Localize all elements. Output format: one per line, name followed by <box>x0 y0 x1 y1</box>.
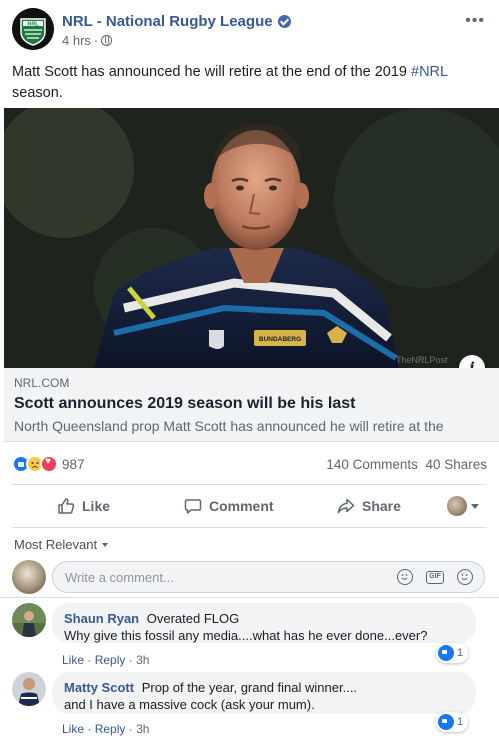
comment-text-line2: and I have a massive cock (ask your mum)… <box>64 697 315 712</box>
like-reaction-icon <box>438 714 454 730</box>
page-avatar[interactable]: NRL <box>12 8 54 50</box>
comments-shares: 140 Comments 40 Shares <box>326 457 487 472</box>
sort-comments-dropdown[interactable]: Most Relevant <box>14 537 109 552</box>
comment-reaction-count: 1 <box>457 647 464 659</box>
commenter-photo <box>12 603 46 637</box>
page-name[interactable]: NRL - National Rugby League <box>62 13 273 30</box>
link-description: North Queensland prop Matt Scott has ann… <box>14 418 444 434</box>
comment-bubble-icon <box>184 499 202 514</box>
comments-count[interactable]: 140 Comments <box>326 457 418 472</box>
post-time[interactable]: 4 hrs <box>62 33 91 48</box>
feed-post: NRL NRL - National Rugby League 4 hrs · … <box>0 0 499 598</box>
sticker-icon[interactable] <box>457 569 473 585</box>
like-button[interactable]: Like <box>57 485 110 527</box>
comment-composer: GIF <box>12 560 487 594</box>
more-options-icon[interactable]: ••• <box>465 12 485 30</box>
image-watermark: TheNRLPost <box>396 355 448 365</box>
separator: · <box>128 722 133 736</box>
page-name-link[interactable]: NRL - National Rugby League <box>62 13 291 30</box>
player-photo: BUNDABERG TheNRLPost <box>4 108 499 368</box>
sort-label[interactable]: Most Relevant <box>14 537 97 552</box>
hashtag-link[interactable]: #NRL <box>411 64 448 80</box>
commenter-name[interactable]: Shaun Ryan <box>64 611 139 626</box>
comment-time[interactable]: 3h <box>136 653 149 667</box>
post-text-end: season. <box>12 85 63 101</box>
link-preview-box[interactable]: NRL.COM Scott announces 2019 season will… <box>4 368 499 442</box>
share-arrow-icon <box>337 498 355 514</box>
comment-reply-link[interactable]: Reply <box>95 722 126 736</box>
comment-label[interactable]: Comment <box>209 498 274 514</box>
commenter-name[interactable]: Matty Scott <box>64 680 134 695</box>
comment-reactions[interactable]: 1 <box>436 643 469 663</box>
post-text: Matt Scott has announced he will retire … <box>12 62 482 104</box>
like-label[interactable]: Like <box>82 498 110 514</box>
shares-count[interactable]: 40 Shares <box>425 457 487 472</box>
post-text-body: Matt Scott has announced he will retire … <box>12 64 407 80</box>
sticker-face-icon <box>461 574 468 580</box>
comment-text-line2: Why give this fossil any media....what h… <box>64 628 428 643</box>
commenter-photo <box>12 672 46 706</box>
chevron-down-icon <box>471 503 479 509</box>
jersey-sponsor-text: BUNDABERG <box>259 336 301 343</box>
comment-bubble: Matty Scott Prop of the year, grand fina… <box>52 672 476 714</box>
gif-icon[interactable]: GIF <box>426 570 444 584</box>
post-meta: 4 hrs · <box>62 33 113 48</box>
link-preview-image[interactable]: BUNDABERG TheNRLPost <box>4 108 499 368</box>
link-domain: NRL.COM <box>14 376 70 390</box>
chevron-down-icon <box>102 542 109 547</box>
love-reaction-icon <box>40 455 58 473</box>
thumbs-up-icon <box>58 498 75 514</box>
logo-text: NRL <box>27 22 39 28</box>
commenter-avatar[interactable] <box>12 603 46 637</box>
commenter-avatar[interactable] <box>12 672 46 706</box>
comment-button[interactable]: Comment <box>184 485 274 527</box>
share-label[interactable]: Share <box>362 498 401 514</box>
post-header: NRL NRL - National Rugby League 4 hrs · … <box>12 8 487 56</box>
comment-bubble: Shaun Ryan Overated FLOG Why give this f… <box>52 603 476 643</box>
emoji-icon[interactable] <box>397 569 413 585</box>
comment-reactions[interactable]: 1 <box>436 712 469 732</box>
separator: · <box>87 722 92 736</box>
composer-icons: GIF <box>397 569 473 585</box>
audience-selector[interactable] <box>447 485 479 527</box>
comment-like-link[interactable]: Like <box>62 653 84 667</box>
comment-footer: Like · Reply · 3h <box>62 653 149 667</box>
link-title[interactable]: Scott announces 2019 season will be his … <box>14 395 355 413</box>
comment-footer: Like · Reply · 3h <box>62 722 149 736</box>
smiley-face-icon <box>401 574 408 580</box>
post-actions: Like Comment Share <box>12 484 487 528</box>
comment-like-link[interactable]: Like <box>62 722 84 736</box>
user-avatar-small <box>447 496 467 516</box>
separator: · <box>87 653 92 667</box>
nrl-logo-icon: NRL <box>12 8 54 50</box>
separator: · <box>128 653 133 667</box>
comment-reaction-count: 1 <box>457 716 464 728</box>
current-user-avatar <box>12 560 46 594</box>
reaction-count[interactable]: 987 <box>62 457 85 472</box>
comment-text-line1: Prop of the year, grand final winner.... <box>141 680 358 695</box>
meta-separator: · <box>93 33 99 48</box>
verified-badge-icon <box>277 15 291 28</box>
share-button[interactable]: Share <box>337 485 401 527</box>
reactions-summary[interactable]: 987 <box>12 455 85 473</box>
comment-time[interactable]: 3h <box>136 722 149 736</box>
like-reaction-icon <box>438 645 454 661</box>
comment-reply-link[interactable]: Reply <box>95 653 126 667</box>
post-stats: 987 140 Comments 40 Shares <box>12 455 487 477</box>
globe-icon[interactable] <box>101 35 113 46</box>
comment-text-line1: Overated FLOG <box>146 611 240 626</box>
